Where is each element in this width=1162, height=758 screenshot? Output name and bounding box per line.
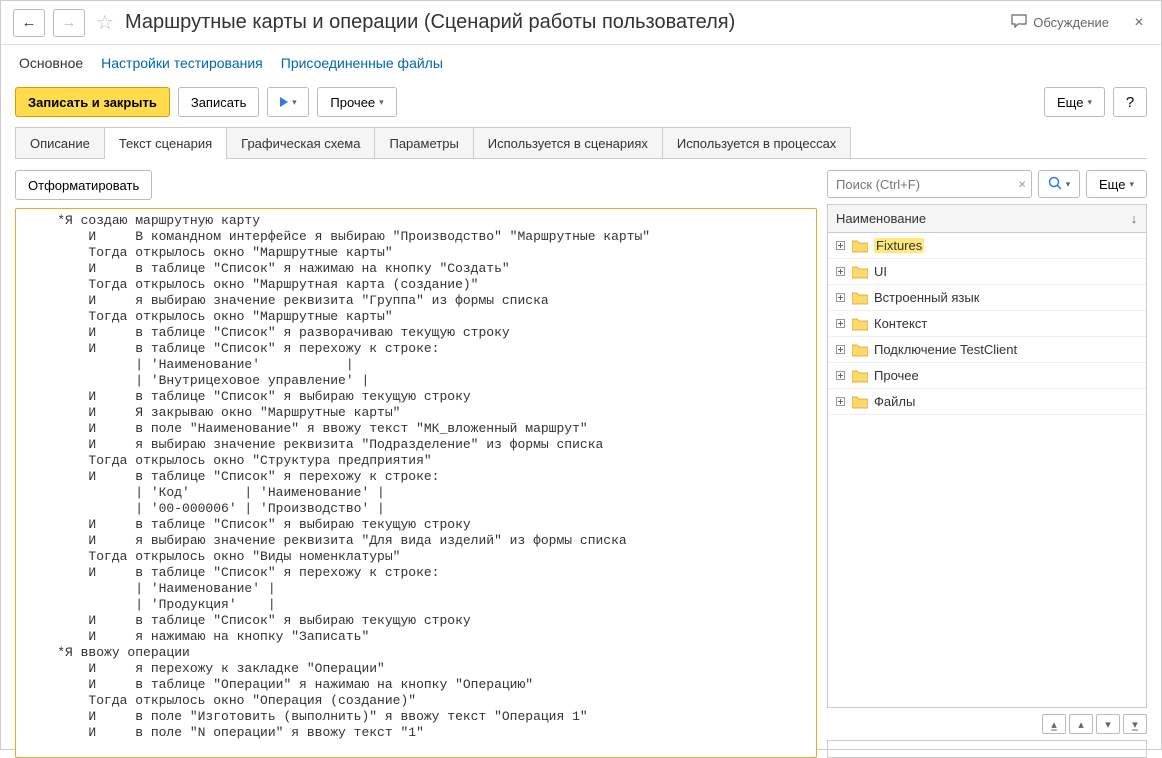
tab-description[interactable]: Описание xyxy=(15,127,105,159)
tab-graphic-schema[interactable]: Графическая схема xyxy=(226,127,375,159)
tree-bottom-button[interactable]: ▾̲ xyxy=(1123,714,1147,734)
tab-parameters[interactable]: Параметры xyxy=(374,127,473,159)
close-button[interactable]: × xyxy=(1129,13,1149,33)
favorite-star-button[interactable]: ☆ xyxy=(93,11,117,35)
folder-icon xyxy=(852,317,868,331)
tab-scenario-text[interactable]: Текст сценария xyxy=(104,127,227,159)
chevron-down-icon: ▾ xyxy=(1066,179,1071,190)
discuss-label: Обсуждение xyxy=(1033,15,1109,30)
tree-top-button[interactable]: ▴̲ xyxy=(1042,714,1066,734)
folder-icon xyxy=(852,265,868,279)
right-more-button[interactable]: Еще ▾ xyxy=(1086,170,1147,198)
tree-panel: Наименование ↓ Fixtures UI Встроенный язык… xyxy=(827,204,1147,708)
content: Отформатировать *Я создаю маршрутную кар… xyxy=(1,160,1161,758)
chevron-down-icon: ▾ xyxy=(1087,97,1092,108)
tree-header-name[interactable]: Наименование xyxy=(828,205,1122,232)
folder-icon xyxy=(852,369,868,383)
nav-forward-button[interactable]: → xyxy=(53,9,85,37)
expand-icon[interactable] xyxy=(834,344,846,356)
tree-body: Fixtures UI Встроенный язык Контекст Подключ… xyxy=(828,233,1146,707)
link-main[interactable]: Основное xyxy=(19,55,83,71)
expand-icon[interactable] xyxy=(834,292,846,304)
folder-icon xyxy=(852,239,868,253)
tree-item[interactable]: Контекст xyxy=(828,311,1146,337)
tree-item[interactable]: UI xyxy=(828,259,1146,285)
chevron-down-icon: ▾ xyxy=(1129,179,1134,190)
play-icon xyxy=(280,97,288,107)
nav-back-button[interactable]: ← xyxy=(13,9,45,37)
page-title: Маршрутные карты и операции (Сценарий ра… xyxy=(125,11,1003,34)
scenario-editor[interactable]: *Я создаю маршрутную карту И В командном… xyxy=(15,208,817,758)
chevron-down-icon: ▾ xyxy=(379,97,384,108)
discuss-button[interactable]: Обсуждение xyxy=(1011,14,1109,31)
link-test-settings[interactable]: Настройки тестирования xyxy=(101,55,263,71)
chevron-down-icon: ▾ xyxy=(292,97,297,108)
format-button[interactable]: Отформатировать xyxy=(15,170,152,200)
tree-item[interactable]: Подключение TestClient xyxy=(828,337,1146,363)
right-more-label: Еще xyxy=(1099,177,1125,192)
search-input[interactable] xyxy=(827,170,1032,198)
folder-icon xyxy=(852,343,868,357)
tree-item-label: UI xyxy=(874,264,887,279)
tree-item-label: Прочее xyxy=(874,368,919,383)
folder-icon xyxy=(852,395,868,409)
expand-icon[interactable] xyxy=(834,396,846,408)
tree-item-label: Fixtures xyxy=(874,238,924,253)
tab-used-in-scenarios[interactable]: Используется в сценариях xyxy=(473,127,663,159)
tree-down-button[interactable]: ▾ xyxy=(1096,714,1120,734)
tree-item-label: Подключение TestClient xyxy=(874,342,1017,357)
write-and-close-button[interactable]: Записать и закрыть xyxy=(15,87,170,117)
expand-icon[interactable] xyxy=(834,266,846,278)
search-icon xyxy=(1048,176,1062,193)
tree-item-label: Контекст xyxy=(874,316,927,331)
search-clear-button[interactable]: × xyxy=(1018,177,1026,192)
link-attached-files[interactable]: Присоединенные файлы xyxy=(281,55,443,71)
tree-item[interactable]: Встроенный язык xyxy=(828,285,1146,311)
linkbar: Основное Настройки тестирования Присоеди… xyxy=(1,45,1161,81)
more-dropdown-button[interactable]: Еще ▾ xyxy=(1044,87,1105,117)
other-dropdown-button[interactable]: Прочее ▾ xyxy=(317,87,396,117)
titlebar: ← → ☆ Маршрутные карты и операции (Сцена… xyxy=(1,1,1161,45)
search-button[interactable]: ▾ xyxy=(1038,170,1080,198)
toolbar: Записать и закрыть Записать ▾ Прочее ▾ Е… xyxy=(1,81,1161,127)
preview-box[interactable] xyxy=(827,740,1147,758)
tree-item[interactable]: Файлы xyxy=(828,389,1146,415)
more-label: Еще xyxy=(1057,95,1083,110)
folder-icon xyxy=(852,291,868,305)
tree-item[interactable]: Прочее xyxy=(828,363,1146,389)
help-button[interactable]: ? xyxy=(1113,87,1147,117)
tabs: Описание Текст сценария Графическая схем… xyxy=(1,127,1161,159)
expand-icon[interactable] xyxy=(834,240,846,252)
tree-nav: ▴̲ ▴ ▾ ▾̲ xyxy=(827,714,1147,734)
expand-icon[interactable] xyxy=(834,318,846,330)
tree-item[interactable]: Fixtures xyxy=(828,233,1146,259)
right-pane: × ▾ Еще ▾ Наименование ↓ Fixtures UI Встро… xyxy=(827,170,1147,758)
tree-up-button[interactable]: ▴ xyxy=(1069,714,1093,734)
other-dd-label: Прочее xyxy=(330,95,375,110)
tree-item-label: Файлы xyxy=(874,394,915,409)
run-button[interactable]: ▾ xyxy=(267,87,309,117)
expand-icon[interactable] xyxy=(834,370,846,382)
left-pane: Отформатировать *Я создаю маршрутную кар… xyxy=(15,170,817,758)
sort-indicator[interactable]: ↓ xyxy=(1122,205,1146,232)
tab-used-in-processes[interactable]: Используется в процессах xyxy=(662,127,851,159)
chat-icon xyxy=(1011,14,1027,31)
write-button[interactable]: Записать xyxy=(178,87,260,117)
tree-item-label: Встроенный язык xyxy=(874,290,979,305)
